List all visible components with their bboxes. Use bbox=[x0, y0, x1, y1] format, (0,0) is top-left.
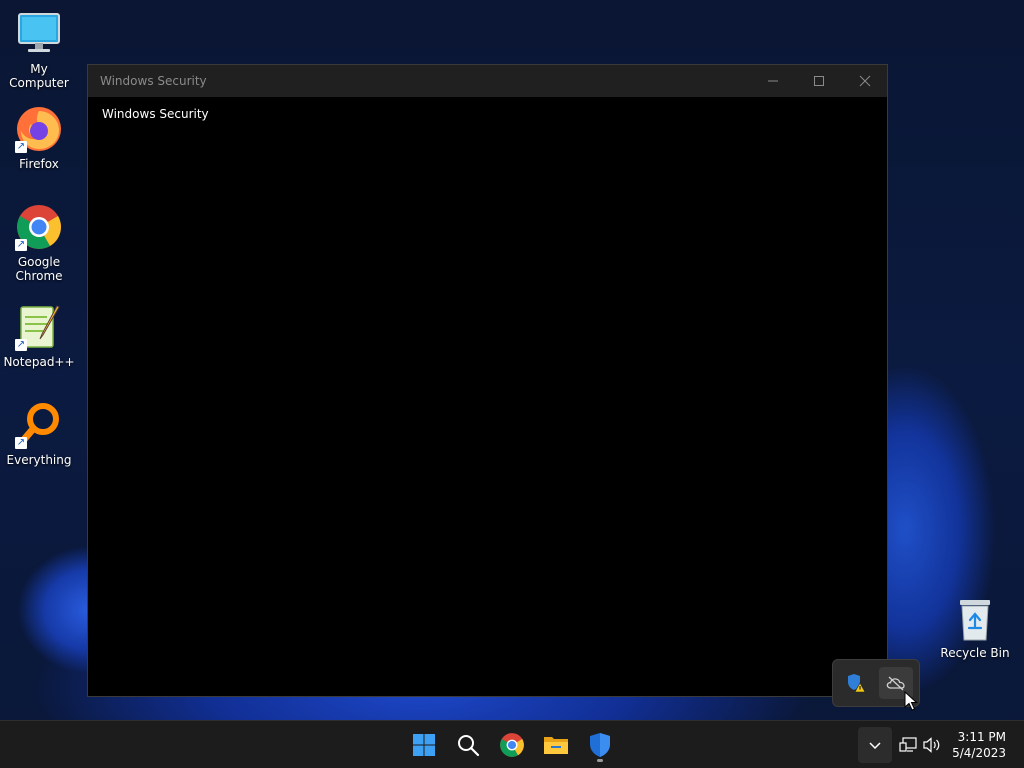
desktop-icon-my-computer[interactable]: My Computer bbox=[0, 10, 78, 90]
desktop-icon-label: Everything bbox=[6, 453, 72, 467]
computer-icon bbox=[15, 10, 63, 58]
windows-logo-icon bbox=[413, 734, 435, 756]
notepadpp-icon: ↗ bbox=[15, 303, 63, 351]
shortcut-arrow-icon: ↗ bbox=[15, 437, 27, 449]
tray-overflow-button[interactable] bbox=[858, 727, 892, 763]
running-indicator bbox=[597, 759, 603, 762]
maximize-icon bbox=[814, 76, 824, 86]
clock-date: 5/4/2023 bbox=[952, 746, 1006, 760]
cloud-off-icon bbox=[886, 676, 905, 691]
search-icon bbox=[458, 735, 480, 757]
close-icon bbox=[859, 75, 871, 87]
search-button[interactable] bbox=[450, 727, 486, 763]
shortcut-arrow-icon: ↗ bbox=[15, 141, 27, 153]
everything-icon: ↗ bbox=[15, 401, 63, 449]
desktop-icon-notepadpp[interactable]: ↗ Notepad++ bbox=[0, 303, 78, 369]
taskbar-windows-security[interactable] bbox=[582, 727, 618, 763]
shield-icon bbox=[590, 733, 610, 757]
desktop-icon-firefox[interactable]: ↗ Firefox bbox=[0, 105, 78, 171]
network-icon bbox=[899, 737, 917, 752]
desktop-icon-label: Firefox bbox=[19, 157, 59, 171]
start-button[interactable] bbox=[406, 727, 442, 763]
recycle-bin-icon bbox=[955, 598, 995, 642]
minimize-button[interactable] bbox=[750, 65, 796, 97]
chevron-up-icon bbox=[869, 742, 881, 749]
firefox-icon: ↗ bbox=[15, 105, 63, 153]
mouse-cursor-icon bbox=[904, 691, 918, 711]
windows-security-window[interactable]: Windows Security Windows Security bbox=[87, 64, 888, 697]
folder-icon bbox=[544, 737, 568, 754]
taskbar: 3:11 PM 5/4/2023 bbox=[0, 720, 1024, 768]
desktop-icon-label: Google Chrome bbox=[15, 255, 63, 283]
window-content-title: Windows Security bbox=[102, 107, 209, 121]
desktop-icon-everything[interactable]: ↗ Everything bbox=[0, 401, 78, 467]
desktop-icon-label: Notepad++ bbox=[3, 355, 75, 369]
taskbar-file-explorer[interactable] bbox=[538, 727, 574, 763]
tray-item-security-warning[interactable] bbox=[839, 667, 873, 699]
taskbar-chrome[interactable] bbox=[494, 727, 530, 763]
recycle-bin-label: Recycle Bin bbox=[940, 646, 1010, 660]
desktop-icon-label: My Computer bbox=[9, 62, 69, 90]
close-button[interactable] bbox=[842, 65, 888, 97]
desktop-icon-chrome[interactable]: ↗ Google Chrome bbox=[0, 203, 78, 283]
minimize-icon bbox=[768, 80, 778, 82]
network-button[interactable] bbox=[896, 727, 920, 763]
chrome-icon bbox=[500, 733, 524, 757]
shield-warning-icon bbox=[848, 674, 866, 693]
window-titlebar[interactable]: Windows Security bbox=[88, 65, 887, 97]
window-title: Windows Security bbox=[100, 74, 207, 88]
clock-time: 3:11 PM bbox=[957, 730, 1006, 744]
taskbar-clock[interactable]: 3:11 PM 5/4/2023 bbox=[952, 729, 1006, 761]
chrome-icon: ↗ bbox=[15, 203, 63, 251]
shortcut-arrow-icon: ↗ bbox=[15, 239, 27, 251]
maximize-button[interactable] bbox=[796, 65, 842, 97]
desktop-icon-recycle-bin[interactable]: Recycle Bin bbox=[940, 598, 1010, 660]
volume-button[interactable] bbox=[920, 727, 944, 763]
shortcut-arrow-icon: ↗ bbox=[15, 339, 27, 351]
speaker-icon bbox=[923, 737, 940, 753]
